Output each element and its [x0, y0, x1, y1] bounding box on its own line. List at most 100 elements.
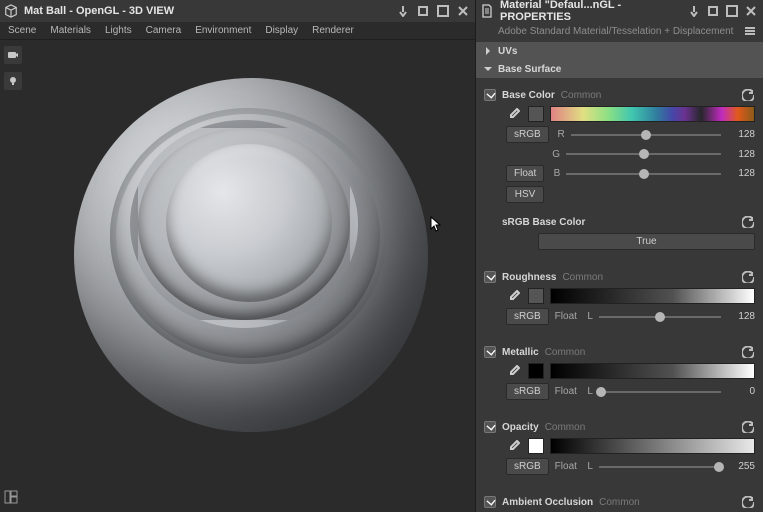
reset-icon[interactable]: [741, 420, 755, 434]
section-base-header[interactable]: Base Surface: [476, 60, 763, 78]
metallic-swatch[interactable]: [528, 363, 544, 379]
r-label: R: [555, 129, 565, 140]
right-panel-header: Material "Defaul...nGL - PROPERTIES: [476, 0, 763, 22]
hsv-button[interactable]: HSV: [506, 186, 544, 203]
metallic-value: 0: [727, 386, 755, 397]
srgb-button[interactable]: sRGB: [506, 308, 549, 325]
base-color-checkbox[interactable]: [484, 89, 496, 101]
sphere-cap: [166, 144, 332, 302]
metallic-slider[interactable]: [599, 385, 721, 399]
roughness-label: Roughness: [502, 272, 556, 283]
eyedropper-icon[interactable]: [506, 438, 522, 454]
srgb-button[interactable]: sRGB: [506, 126, 549, 143]
opacity-label: Opacity: [502, 422, 539, 433]
prop-opacity: Opacity Common sRGB Float L 255: [484, 416, 755, 479]
base-color-label: Base Color: [502, 90, 555, 101]
prop-srgb-base-color: sRGB Base Color True: [484, 211, 755, 254]
prop-metallic: Metallic Common sRGB Float L 0: [484, 341, 755, 404]
properties-subtitle: Adobe Standard Material/Tesselation + Di…: [476, 22, 763, 42]
section-base-label: Base Surface: [498, 64, 561, 75]
reset-icon[interactable]: [741, 88, 755, 102]
float-label: Float: [555, 461, 577, 472]
chevron-right-icon: [484, 47, 492, 55]
float-button[interactable]: Float: [506, 165, 544, 182]
srgb-button[interactable]: sRGB: [506, 383, 549, 400]
opacity-value: 255: [727, 461, 755, 472]
opacity-gradient[interactable]: [550, 438, 755, 454]
light-tool-icon[interactable]: [4, 72, 22, 90]
roughness-value: 128: [727, 311, 755, 322]
g-slider[interactable]: [566, 147, 721, 161]
ao-sublabel: Common: [599, 497, 640, 508]
section-uvs-header[interactable]: UVs: [476, 42, 763, 60]
metallic-label: Metallic: [502, 347, 539, 358]
base-color-sublabel: Common: [561, 90, 602, 101]
reset-icon[interactable]: [741, 215, 755, 229]
subtitle-text: Adobe Standard Material/Tesselation + Di…: [498, 26, 733, 37]
prop-base-color: Base Color Common sRGB R 128 G 128: [484, 84, 755, 207]
reset-icon[interactable]: [741, 345, 755, 359]
document-icon: [480, 4, 494, 18]
reset-icon[interactable]: [741, 495, 755, 509]
b-slider[interactable]: [566, 167, 721, 181]
srgb-button[interactable]: sRGB: [506, 458, 549, 475]
viewport[interactable]: [0, 40, 475, 512]
metallic-gradient[interactable]: [550, 363, 755, 379]
float-label: Float: [555, 311, 577, 322]
chevron-down-icon: [484, 65, 492, 73]
section-uvs-label: UVs: [498, 46, 517, 57]
viewport-toolbar: [4, 46, 22, 90]
panel-menu-icon[interactable]: [743, 24, 757, 38]
mouse-cursor-icon: [430, 216, 441, 235]
maximize-icon[interactable]: [435, 3, 451, 19]
b-value: 128: [727, 168, 755, 179]
menu-camera[interactable]: Camera: [146, 25, 182, 36]
restore-icon[interactable]: [415, 3, 431, 19]
viewport-menubar: Scene Materials Lights Camera Environmen…: [0, 22, 475, 40]
roughness-sublabel: Common: [562, 272, 603, 283]
layout-corner-icon[interactable]: [4, 490, 20, 506]
ao-checkbox[interactable]: [484, 496, 496, 508]
base-color-spectrum[interactable]: [550, 106, 755, 122]
srgb-base-label: sRGB Base Color: [502, 217, 585, 228]
menu-renderer[interactable]: Renderer: [312, 25, 354, 36]
pin-icon[interactable]: [687, 3, 702, 19]
opacity-slider[interactable]: [599, 460, 721, 474]
prop-ambient-occlusion: Ambient Occlusion Common sRGB Float L 25…: [484, 491, 755, 512]
eyedropper-icon[interactable]: [506, 106, 522, 122]
base-color-swatch[interactable]: [528, 106, 544, 122]
eyedropper-icon[interactable]: [506, 288, 522, 304]
menu-materials[interactable]: Materials: [50, 25, 91, 36]
roughness-gradient[interactable]: [550, 288, 755, 304]
metallic-sublabel: Common: [545, 347, 586, 358]
opacity-checkbox[interactable]: [484, 421, 496, 433]
srgb-true-button[interactable]: True: [538, 233, 755, 250]
base-surface-body: Base Color Common sRGB R 128 G 128: [476, 78, 763, 512]
metallic-checkbox[interactable]: [484, 346, 496, 358]
roughness-slider[interactable]: [599, 310, 721, 324]
pin-icon[interactable]: [395, 3, 411, 19]
close-icon[interactable]: [455, 3, 471, 19]
float-label: Float: [555, 386, 577, 397]
menu-environment[interactable]: Environment: [195, 25, 251, 36]
r-slider[interactable]: [571, 128, 721, 142]
reset-icon[interactable]: [741, 270, 755, 284]
restore-icon[interactable]: [706, 3, 721, 19]
eyedropper-icon[interactable]: [506, 363, 522, 379]
right-panel-title: Material "Defaul...nGL - PROPERTIES: [500, 0, 683, 23]
left-panel-header: Mat Ball - OpenGL - 3D VIEW: [0, 0, 475, 22]
roughness-checkbox[interactable]: [484, 271, 496, 283]
maximize-icon[interactable]: [725, 3, 740, 19]
l-label: L: [583, 311, 593, 322]
camera-tool-icon[interactable]: [4, 46, 22, 64]
roughness-swatch[interactable]: [528, 288, 544, 304]
opacity-sublabel: Common: [545, 422, 586, 433]
close-icon[interactable]: [744, 3, 759, 19]
menu-scene[interactable]: Scene: [8, 25, 36, 36]
menu-lights[interactable]: Lights: [105, 25, 132, 36]
opacity-swatch[interactable]: [528, 438, 544, 454]
menu-display[interactable]: Display: [265, 25, 298, 36]
cube-icon: [4, 4, 18, 18]
right-properties-panel: Material "Defaul...nGL - PROPERTIES Adob…: [475, 0, 763, 512]
l-label: L: [583, 386, 593, 397]
